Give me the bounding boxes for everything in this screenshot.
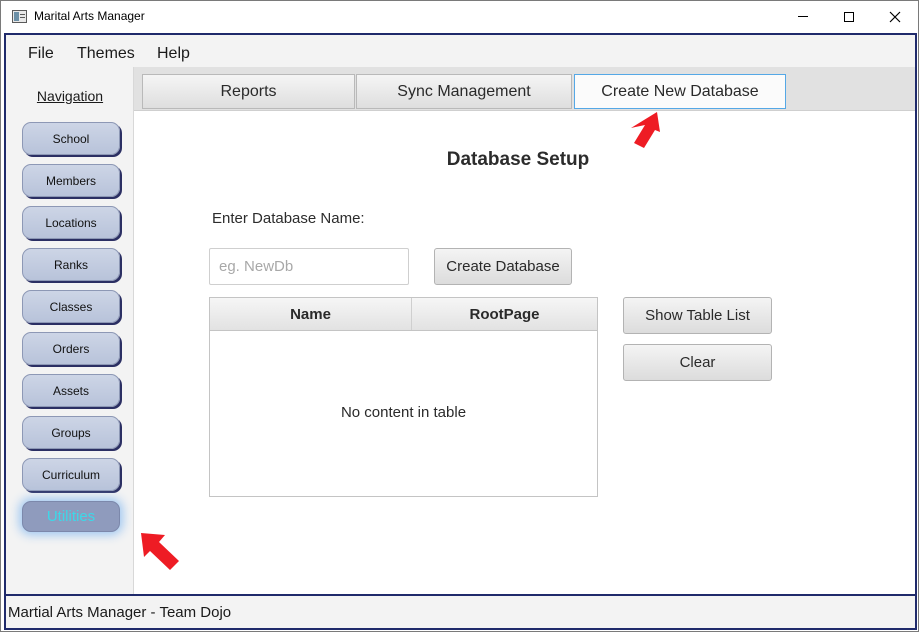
title-bar: Marital Arts Manager	[1, 1, 918, 32]
menu-file[interactable]: File	[28, 45, 54, 63]
table-empty-message: No content in table	[340, 404, 467, 421]
menu-themes[interactable]: Themes	[77, 45, 135, 63]
status-text: Martial Arts Manager - Team Dojo	[8, 604, 232, 621]
close-icon	[889, 11, 901, 22]
maximize-button[interactable]	[826, 1, 872, 32]
tab-create-new-database[interactable]: Create New Database	[574, 74, 786, 109]
nav-orders-button[interactable]: Orders	[22, 332, 120, 365]
tab-sync-management[interactable]: Sync Management	[356, 74, 572, 109]
nav-school-button[interactable]: School	[22, 122, 120, 155]
nav-groups-button[interactable]: Groups	[22, 416, 120, 449]
red-arrow-icon	[141, 533, 179, 570]
nav-classes-button[interactable]: Classes	[22, 290, 120, 323]
column-header-name[interactable]: Name	[210, 298, 412, 330]
tab-bar: Reports Sync Management Create New Datab…	[134, 67, 915, 111]
database-setup-panel: Database Setup Enter Database Name: Crea…	[134, 111, 915, 594]
red-arrow-icon	[631, 112, 660, 148]
status-bar: Martial Arts Manager - Team Dojo	[6, 594, 915, 628]
table-header: Name RootPage	[210, 298, 597, 331]
nav-utilities-button[interactable]: Utilities	[22, 501, 120, 532]
create-database-button[interactable]: Create Database	[434, 248, 572, 285]
menu-help[interactable]: Help	[157, 45, 190, 63]
navigation-title: Navigation	[36, 88, 104, 104]
database-name-input[interactable]	[209, 248, 409, 285]
nav-curriculum-button[interactable]: Curriculum	[22, 458, 120, 491]
nav-locations-button[interactable]: Locations	[22, 206, 120, 239]
table-list[interactable]: Name RootPage No content in table	[209, 297, 598, 497]
window-title: Marital Arts Manager	[34, 9, 145, 23]
minimize-icon	[798, 16, 808, 17]
show-table-list-button[interactable]: Show Table List	[623, 297, 772, 334]
column-header-rootpage[interactable]: RootPage	[412, 298, 597, 330]
nav-members-button[interactable]: Members	[22, 164, 120, 197]
app-window-icon	[12, 10, 27, 23]
minimize-button[interactable]	[780, 1, 826, 32]
page-title: Database Setup	[446, 149, 590, 170]
menu-bar: File Themes Help	[6, 35, 915, 67]
nav-ranks-button[interactable]: Ranks	[22, 248, 120, 281]
nav-assets-button[interactable]: Assets	[22, 374, 120, 407]
maximize-icon	[844, 11, 854, 22]
tab-reports[interactable]: Reports	[142, 74, 355, 109]
navigation-sidebar: Navigation School Members Locations Rank…	[6, 67, 134, 594]
clear-button[interactable]: Clear	[623, 344, 772, 381]
app-window: Marital Arts Manager File Themes Help Na…	[0, 0, 919, 632]
close-button[interactable]	[872, 1, 918, 32]
database-name-label: Enter Database Name:	[212, 210, 365, 227]
